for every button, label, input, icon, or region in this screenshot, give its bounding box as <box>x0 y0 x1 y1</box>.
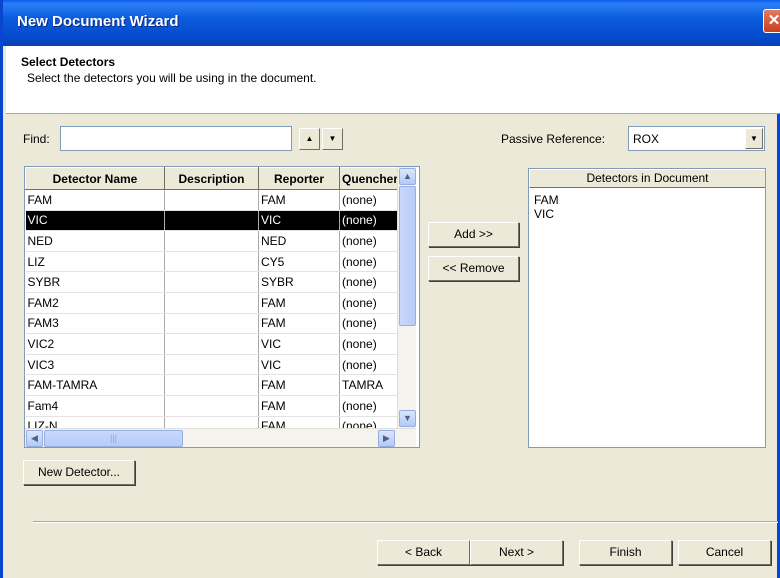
cell-reporter: FAM <box>258 189 340 211</box>
cell-description <box>164 230 259 252</box>
table-row[interactable]: FAM2 FAM (none) <box>25 292 402 314</box>
chevron-down-icon[interactable]: ▼ <box>745 128 763 149</box>
table-row[interactable]: VIC VIC (none) <box>25 210 402 232</box>
remove-button[interactable]: << Remove <box>428 256 519 281</box>
wizard-header: Select Detectors Select the detectors yo… <box>6 46 780 114</box>
table-row[interactable]: VIC3 VIC (none) <box>25 354 402 376</box>
scroll-down-icon[interactable]: ▼ <box>399 410 416 427</box>
list-item[interactable]: FAM <box>534 193 559 207</box>
find-next-button[interactable]: ▼ <box>322 128 343 150</box>
cell-reporter: VIC <box>258 354 340 376</box>
cell-reporter: FAM <box>258 374 340 396</box>
table-row[interactable]: NED NED (none) <box>25 230 402 252</box>
cell-detector-name: FAM3 <box>25 313 165 335</box>
cell-quencher: TAMRA <box>339 374 402 396</box>
scroll-left-icon[interactable]: ◀ <box>26 430 43 447</box>
find-previous-button[interactable]: ▲ <box>299 128 320 150</box>
next-button[interactable]: Next > <box>470 540 563 565</box>
cell-quencher: (none) <box>339 354 402 376</box>
cell-quencher: (none) <box>339 292 402 314</box>
table-row[interactable]: VIC2 VIC (none) <box>25 333 402 355</box>
cell-quencher: (none) <box>339 189 402 211</box>
table-row[interactable]: FAM3 FAM (none) <box>25 313 402 335</box>
title-bar[interactable]: New Document Wizard ✕ <box>3 0 780 46</box>
table-row[interactable]: Fam4 FAM (none) <box>25 395 402 417</box>
cell-quencher: (none) <box>339 395 402 417</box>
cell-reporter: SYBR <box>258 271 340 293</box>
cell-quencher: (none) <box>339 313 402 335</box>
cell-reporter: CY5 <box>258 251 340 273</box>
column-header-description[interactable]: Description <box>164 167 259 190</box>
cell-reporter: FAM <box>258 292 340 314</box>
back-button[interactable]: < Back <box>377 540 470 565</box>
table-row[interactable]: LIZ CY5 (none) <box>25 251 402 273</box>
cell-quencher: (none) <box>339 333 402 355</box>
cell-detector-name: FAM-TAMRA <box>25 374 165 396</box>
close-icon[interactable]: ✕ <box>763 9 780 33</box>
cell-detector-name: VIC2 <box>25 333 165 355</box>
window-title: New Document Wizard <box>17 13 179 30</box>
wizard-window: New Document Wizard ✕ Select Detectors S… <box>0 0 780 578</box>
detectors-in-document-list[interactable]: Detectors in Document FAM VIC <box>528 168 766 448</box>
scroll-right-icon[interactable]: ▶ <box>378 430 395 447</box>
cell-quencher: (none) <box>339 210 402 232</box>
cell-detector-name: FAM <box>25 189 165 211</box>
cell-description <box>164 189 259 211</box>
vertical-scrollbar[interactable]: ▲ ▼ <box>397 167 416 428</box>
cell-reporter: FAM <box>258 395 340 417</box>
cell-reporter: FAM <box>258 313 340 335</box>
cell-description <box>164 271 259 293</box>
passive-reference-select[interactable]: ROX ▼ <box>628 126 765 151</box>
find-input[interactable] <box>60 126 292 151</box>
cell-quencher: (none) <box>339 251 402 273</box>
scroll-up-icon[interactable]: ▲ <box>399 168 416 185</box>
cell-description <box>164 333 259 355</box>
passive-reference-value: ROX <box>633 132 660 146</box>
cell-description <box>164 313 259 335</box>
cell-description <box>164 395 259 417</box>
cell-description <box>164 210 259 232</box>
cell-detector-name: FAM2 <box>25 292 165 314</box>
detector-table[interactable]: Detector Name Description Reporter Quenc… <box>24 166 420 448</box>
cell-quencher: (none) <box>339 230 402 252</box>
cancel-button[interactable]: Cancel <box>678 540 771 565</box>
horizontal-scroll-thumb[interactable]: ||| <box>44 430 183 447</box>
table-row[interactable]: FAM-TAMRA FAM TAMRA <box>25 374 402 396</box>
new-detector-button[interactable]: New Detector... <box>23 460 135 485</box>
passive-reference-label: Passive Reference: <box>501 132 606 146</box>
column-header-detector-name[interactable]: Detector Name <box>25 167 165 190</box>
table-row[interactable]: SYBR SYBR (none) <box>25 271 402 293</box>
detectors-in-document-header: Detectors in Document <box>529 169 765 188</box>
cell-reporter: VIC <box>258 210 340 232</box>
page-subtitle: Select the detectors you will be using i… <box>27 71 317 85</box>
column-header-reporter[interactable]: Reporter <box>258 167 340 190</box>
table-header-row: Detector Name Description Reporter Quenc… <box>25 167 402 190</box>
column-header-quencher[interactable]: Quencher <box>338 167 402 190</box>
find-label: Find: <box>23 132 50 146</box>
cell-description <box>164 251 259 273</box>
cell-reporter: VIC <box>258 333 340 355</box>
cell-quencher: (none) <box>339 271 402 293</box>
cell-description <box>164 374 259 396</box>
list-item[interactable]: VIC <box>534 207 559 221</box>
cell-detector-name: VIC3 <box>25 354 165 376</box>
cell-reporter: NED <box>258 230 340 252</box>
add-button[interactable]: Add >> <box>428 222 519 247</box>
divider <box>33 521 778 523</box>
cell-description <box>164 354 259 376</box>
cell-detector-name: LIZ <box>25 251 165 273</box>
table-row[interactable]: FAM FAM (none) <box>25 189 402 211</box>
horizontal-scrollbar[interactable]: ◀ ||| ▶ <box>25 428 416 447</box>
cell-detector-name: NED <box>25 230 165 252</box>
vertical-scroll-thumb[interactable] <box>399 186 416 326</box>
page-title: Select Detectors <box>21 55 116 69</box>
finish-button[interactable]: Finish <box>579 540 672 565</box>
cell-detector-name: SYBR <box>25 271 165 293</box>
cell-description <box>164 292 259 314</box>
cell-detector-name: VIC <box>25 210 165 232</box>
cell-detector-name: Fam4 <box>25 395 165 417</box>
